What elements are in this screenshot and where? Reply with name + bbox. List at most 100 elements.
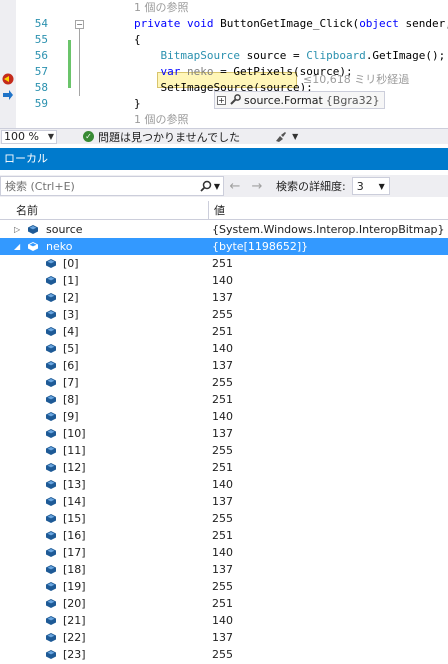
variable-value[interactable]: 251 [212, 391, 233, 408]
codelens-reference[interactable]: 1 個の参照 [134, 113, 189, 126]
locals-row[interactable]: [10] 137 [0, 425, 448, 442]
locals-row[interactable]: [6] 137 [0, 357, 448, 374]
variable-value[interactable]: 251 [212, 527, 233, 544]
object-icon [46, 310, 56, 319]
locals-row[interactable]: [17] 140 [0, 544, 448, 561]
search-input[interactable]: 検索 (Ctrl+E) ▼ [0, 176, 224, 196]
locals-row[interactable]: ◢ neko {byte[1198652]} [0, 238, 448, 255]
variable-name: [4] [63, 325, 79, 338]
expand-icon[interactable]: + [217, 95, 226, 105]
variable-value[interactable]: 140 [212, 408, 233, 425]
code-cleanup-button[interactable]: ▼ [274, 131, 298, 143]
locals-row[interactable]: [20] 251 [0, 595, 448, 612]
locals-row[interactable]: ▷ source {System.Windows.Interop.InteropBi… [0, 221, 448, 238]
variable-value[interactable]: 140 [212, 612, 233, 629]
variable-value[interactable]: 140 [212, 544, 233, 561]
variable-value[interactable]: 137 [212, 561, 233, 578]
code-line[interactable]: 54 private void ButtonGetImage_Click(obje… [0, 16, 448, 32]
object-icon [46, 378, 56, 387]
locals-row[interactable]: [7] 255 [0, 374, 448, 391]
codelens-reference[interactable]: 1 個の参照 [134, 1, 189, 14]
variable-value[interactable]: 255 [212, 306, 233, 323]
locals-row[interactable]: [2] 137 [0, 289, 448, 306]
editor-status-bar: 100 % ▼ ✓ 問題は見つかりませんでした ▼ [0, 128, 448, 144]
code-token: void [186, 17, 221, 30]
variable-value[interactable]: 137 [212, 357, 233, 374]
variable-name: [12] [63, 461, 86, 474]
search-next-button[interactable]: → [246, 179, 268, 194]
locals-row[interactable]: [15] 255 [0, 510, 448, 527]
variable-name: [23] [63, 648, 86, 661]
variable-value[interactable]: 251 [212, 459, 233, 476]
variable-value[interactable]: 137 [212, 289, 233, 306]
variable-value[interactable]: 140 [212, 340, 233, 357]
chevron-down-icon[interactable]: ▼ [214, 182, 220, 191]
locals-row[interactable]: [5] 140 [0, 340, 448, 357]
code-text: 1 個の参照 [134, 0, 189, 16]
variable-value[interactable]: 140 [212, 476, 233, 493]
search-icon[interactable] [200, 180, 212, 192]
variable-value[interactable]: 137 [212, 629, 233, 646]
object-icon [46, 514, 56, 523]
search-previous-button[interactable]: ← [224, 179, 246, 194]
variable-name: neko [46, 240, 73, 253]
search-depth-select[interactable]: 3 ▼ [351, 177, 390, 195]
code-line[interactable]: 1 個の参照 [0, 112, 448, 128]
object-icon [46, 429, 56, 438]
variable-value[interactable]: 251 [212, 255, 233, 272]
object-icon [46, 548, 56, 557]
issues-indicator[interactable]: ✓ 問題は見つかりませんでした [83, 129, 240, 145]
perf-tip[interactable]: ≤10,618 ミリ秒経過 [303, 72, 409, 88]
object-icon [28, 242, 38, 251]
variable-name: [1] [63, 274, 79, 287]
variable-value[interactable]: 251 [212, 323, 233, 340]
column-header-value[interactable]: 値 [209, 201, 225, 220]
object-icon [46, 395, 56, 404]
collapse-arrow-icon[interactable]: ◢ [14, 238, 22, 255]
zoom-dropdown[interactable]: 100 % ▼ [1, 129, 57, 144]
locals-row[interactable]: [0] 251 [0, 255, 448, 272]
locals-row[interactable]: [8] 251 [0, 391, 448, 408]
locals-row[interactable]: [13] 140 [0, 476, 448, 493]
variable-value[interactable]: 255 [212, 646, 233, 663]
locals-row[interactable]: [14] 137 [0, 493, 448, 510]
locals-row[interactable]: [22] 137 [0, 629, 448, 646]
locals-row[interactable]: [16] 251 [0, 527, 448, 544]
locals-row[interactable]: [3] 255 [0, 306, 448, 323]
code-line[interactable]: 56 BitmapSource source = Clipboard.GetIm… [0, 48, 448, 64]
locals-window-title[interactable]: ローカル [0, 148, 448, 170]
locals-row[interactable]: [23] 255 [0, 646, 448, 663]
column-header-name[interactable]: 名前 [0, 200, 209, 220]
variable-value[interactable]: 255 [212, 578, 233, 595]
locals-row[interactable]: [1] 140 [0, 272, 448, 289]
locals-row[interactable]: [18] 137 [0, 561, 448, 578]
code-token: } [134, 97, 141, 110]
code-line[interactable]: 1 個の参照 [0, 0, 448, 16]
variable-value[interactable]: {byte[1198652]} [212, 238, 308, 255]
variable-value[interactable]: 255 [212, 442, 233, 459]
locals-row[interactable]: [9] 140 [0, 408, 448, 425]
datatip[interactable]: + source.Format {Bgra32} [214, 91, 385, 109]
locals-row[interactable]: [4] 251 [0, 323, 448, 340]
search-placeholder: 検索 (Ctrl+E) [5, 180, 75, 193]
variable-name: [19] [63, 580, 86, 593]
variable-value[interactable]: 140 [212, 272, 233, 289]
variable-value[interactable]: 137 [212, 493, 233, 510]
expand-arrow-icon[interactable]: ▷ [14, 221, 22, 238]
variable-value[interactable]: 137 [212, 425, 233, 442]
variable-value[interactable]: {System.Windows.Interop.InteropBitmap} [212, 221, 445, 238]
variable-name: [7] [63, 376, 79, 389]
locals-row[interactable]: [21] 140 [0, 612, 448, 629]
breakpoint-icon[interactable] [2, 73, 14, 85]
line-number: 55 [34, 33, 48, 46]
code-editor[interactable]: − 1 個の参照 54 private void ButtonGetImage_Cl… [0, 0, 448, 128]
locals-row[interactable]: [11] 255 [0, 442, 448, 459]
locals-row[interactable]: [19] 255 [0, 578, 448, 595]
variable-value[interactable]: 255 [212, 510, 233, 527]
locals-row[interactable]: [12] 251 [0, 459, 448, 476]
code-token: neko [187, 65, 214, 78]
code-line[interactable]: 55 { [0, 32, 448, 48]
variable-value[interactable]: 255 [212, 374, 233, 391]
variable-value[interactable]: 251 [212, 595, 233, 612]
